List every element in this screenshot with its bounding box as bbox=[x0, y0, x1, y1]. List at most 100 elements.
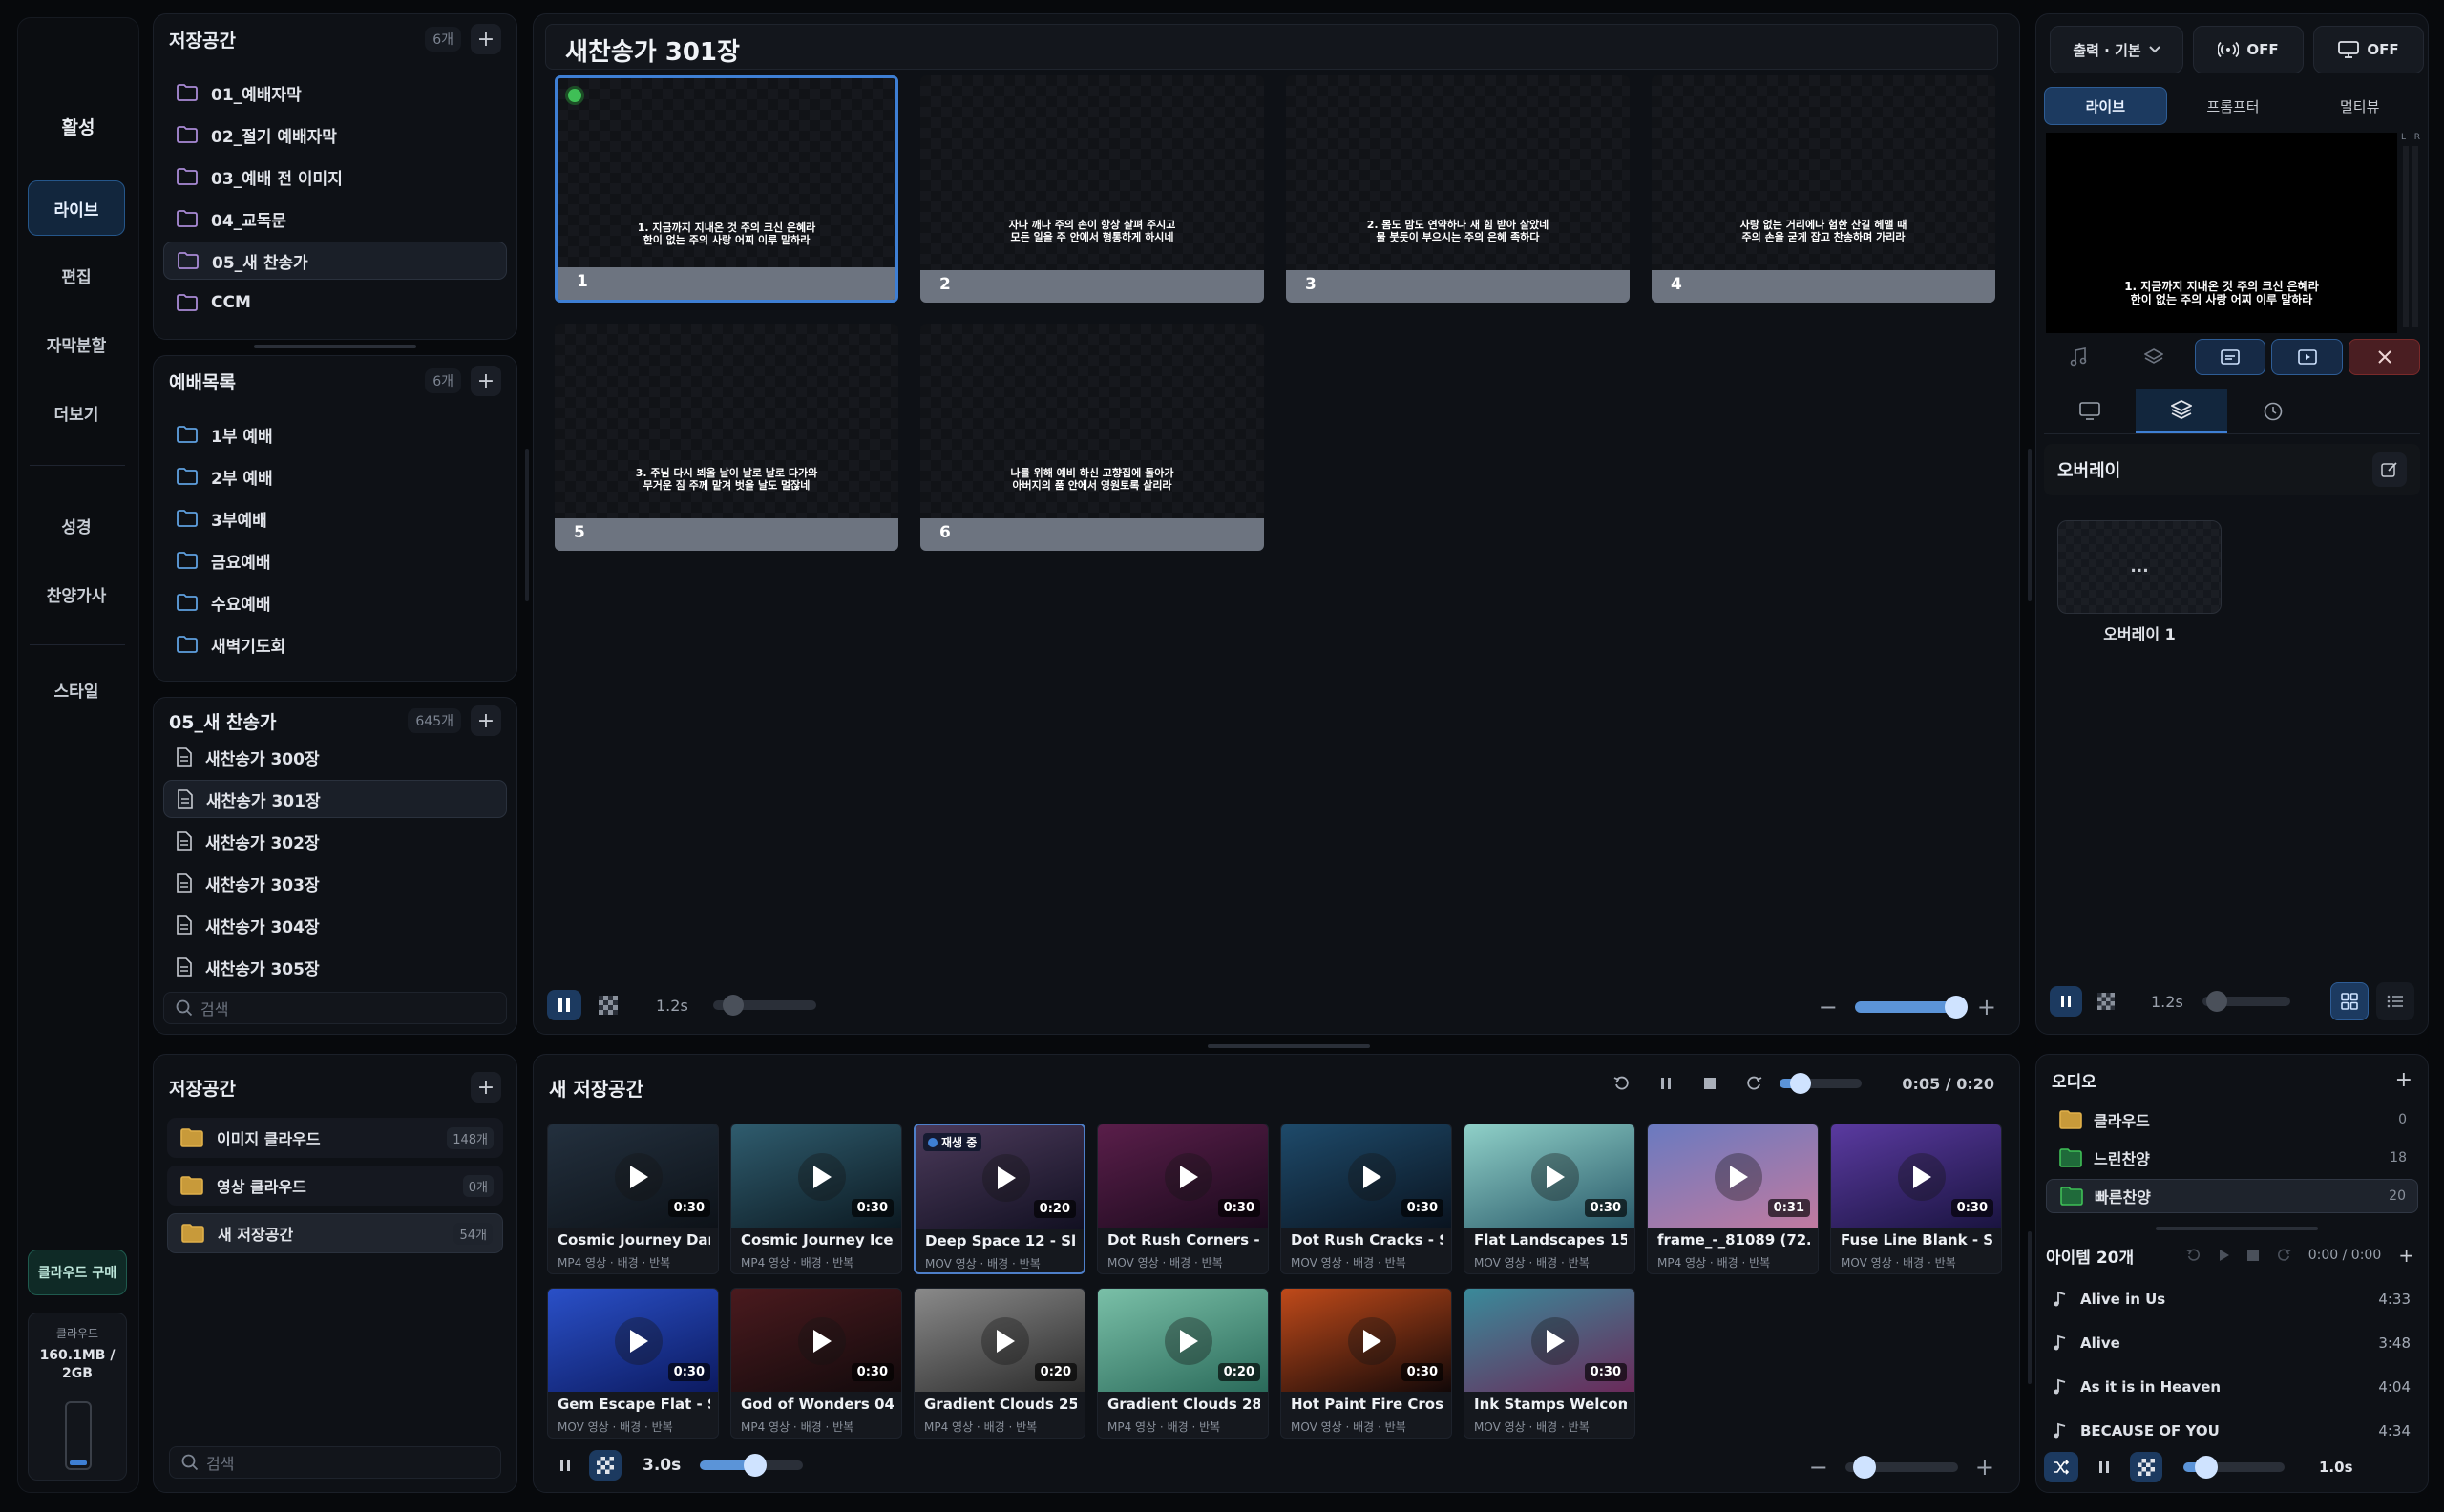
shuffle-button[interactable] bbox=[2044, 1452, 2078, 1482]
song-item[interactable]: Alive in Us 4:33 bbox=[2054, 1280, 2411, 1318]
pause-button[interactable] bbox=[1648, 1068, 1684, 1099]
media-item[interactable]: 0:20 Gradient Clouds 25 … MP4 영상 · 배경 · 반복 bbox=[914, 1288, 1085, 1438]
nav-item-subtitle-split[interactable]: 자막분할 bbox=[28, 316, 125, 371]
add-service-button[interactable]: + bbox=[471, 366, 501, 396]
media-item[interactable]: 0:30 Ink Stamps Welcom… MOV 영상 · 배경 · 반복 bbox=[1464, 1288, 1635, 1438]
tab-timer[interactable] bbox=[2227, 388, 2319, 433]
service-folder-item[interactable]: 금요예배 bbox=[163, 541, 507, 579]
slider-thumb[interactable] bbox=[744, 1454, 768, 1477]
media-item[interactable]: 0:20 Deep Space 12 - Slo… MOV 영상 · 배경 · 반복… bbox=[914, 1124, 1085, 1274]
pause-button[interactable] bbox=[547, 990, 581, 1020]
audio-folder-item[interactable]: 빠른찬양 20 bbox=[2046, 1179, 2418, 1213]
service-folder-item[interactable]: 새벽기도회 bbox=[163, 625, 507, 663]
media-item[interactable]: 0:30 Cosmic Journey Ice … MP4 영상 · 배경 · 반복 bbox=[730, 1124, 902, 1274]
zoom-slider[interactable] bbox=[1854, 996, 1968, 1018]
output-select[interactable]: 출력 · 기본 bbox=[2050, 26, 2183, 74]
interval-slider[interactable] bbox=[712, 995, 816, 1016]
storage-folder-item[interactable]: CCM bbox=[163, 284, 507, 322]
resize-handle[interactable] bbox=[525, 449, 529, 601]
hymn-item[interactable]: 새찬송가 304장 bbox=[163, 906, 507, 944]
play-overlay[interactable] bbox=[1715, 1153, 1762, 1201]
play-overlay[interactable] bbox=[982, 1154, 1030, 1202]
resize-handle[interactable] bbox=[1208, 1044, 1370, 1048]
transparent-bg-button[interactable] bbox=[2130, 1452, 2162, 1482]
broadcast-toggle[interactable]: OFF bbox=[2193, 26, 2304, 74]
zoom-in-button[interactable]: + bbox=[1975, 1454, 1994, 1480]
audio-folder-item[interactable]: 느린찬양 18 bbox=[2046, 1141, 2418, 1175]
clear-all-button[interactable] bbox=[2349, 339, 2420, 375]
restart-icon[interactable] bbox=[2186, 1248, 2202, 1263]
transparent-bg-button[interactable] bbox=[591, 990, 625, 1020]
edit-overlay-button[interactable] bbox=[2372, 452, 2407, 487]
hymn-item[interactable]: 새찬송가 303장 bbox=[163, 864, 507, 902]
media-item[interactable]: 0:30 God of Wonders 04… MP4 영상 · 배경 · 반복 bbox=[730, 1288, 902, 1438]
play-overlay[interactable] bbox=[798, 1317, 846, 1365]
stop-button[interactable] bbox=[1692, 1068, 1728, 1099]
media-item[interactable]: 0:30 Dot Rush Cracks - S… MOV 영상 · 배경 · 반복 bbox=[1280, 1124, 1452, 1274]
tab-live[interactable]: 라이브 bbox=[2044, 87, 2167, 125]
display-toggle[interactable]: OFF bbox=[2313, 26, 2424, 74]
cloud-buy-button[interactable]: 클라우드 구매 bbox=[28, 1250, 127, 1295]
resize-handle[interactable] bbox=[2028, 449, 2032, 601]
storage-folder-item[interactable]: 03_예배 전 이미지 bbox=[163, 158, 507, 196]
service-folder-item[interactable]: 2부 예배 bbox=[163, 457, 507, 495]
zoom-out-button[interactable]: − bbox=[1819, 994, 1838, 1020]
restart-button[interactable] bbox=[1604, 1068, 1640, 1099]
media-storage-item[interactable]: 이미지 클라우드 148개 bbox=[167, 1118, 503, 1158]
slider-thumb[interactable] bbox=[1789, 1073, 1811, 1094]
resize-handle[interactable] bbox=[2028, 1231, 2032, 1384]
add-storage-button[interactable]: + bbox=[471, 24, 501, 54]
slide-thumbnail[interactable]: 2. 몸도 맘도 연약하나 새 힘 받아 살았네 물 붓듯이 부으시는 주의 은혜… bbox=[1286, 75, 1630, 303]
play-overlay[interactable] bbox=[1165, 1153, 1212, 1201]
transparent-bg-button[interactable] bbox=[589, 1450, 622, 1480]
slider-thumb[interactable] bbox=[1944, 996, 1968, 1018]
song-item[interactable]: Alive 3:48 bbox=[2054, 1324, 2411, 1362]
hymn-item[interactable]: 새찬송가 300장 bbox=[163, 738, 507, 776]
hymn-item[interactable]: 새찬송가 302장 bbox=[163, 822, 507, 860]
storage-folder-item[interactable]: 02_절기 예배자막 bbox=[163, 116, 507, 154]
slide-thumbnail[interactable]: 3. 주님 다시 뵈올 날이 날로 날로 다가와 무거운 짐 주께 맡겨 벗을 날… bbox=[555, 324, 898, 551]
stop-icon[interactable] bbox=[2246, 1250, 2259, 1261]
nav-item-more[interactable]: 더보기 bbox=[28, 385, 125, 440]
song-item[interactable]: As it is in Heaven 4:04 bbox=[2054, 1368, 2411, 1406]
slider-thumb[interactable] bbox=[2205, 991, 2227, 1012]
media-item[interactable]: 0:30 Flat Landscapes 15 … MOV 영상 · 배경 · 반복 bbox=[1464, 1124, 1635, 1274]
media-item[interactable]: 0:30 Dot Rush Corners - … MOV 영상 · 배경 · 반복 bbox=[1097, 1124, 1269, 1274]
media-item[interactable]: 0:30 Gem Escape Flat - S… MOV 영상 · 배경 · 반복 bbox=[547, 1288, 719, 1438]
slider-thumb[interactable] bbox=[2195, 1456, 2218, 1479]
scrollbar[interactable] bbox=[2156, 1227, 2318, 1230]
hymn-item[interactable]: 새찬송가 301장 bbox=[163, 780, 507, 818]
slide-thumbnail[interactable]: 자나 깨나 주의 손이 항상 살펴 주시고 모든 일을 주 안에서 형통하게 하시… bbox=[920, 75, 1264, 303]
service-folder-item[interactable]: 수요예배 bbox=[163, 583, 507, 621]
nav-item-live[interactable]: 라이브 bbox=[28, 180, 125, 236]
tab-overlay[interactable] bbox=[2136, 388, 2227, 433]
slide-thumbnail[interactable]: 사랑 없는 거리에나 험한 산길 헤맬 때 주의 손을 굳게 잡고 찬송하며 가리… bbox=[1652, 75, 1995, 303]
media-item[interactable]: 0:30 Fuse Line Blank - Sl… MOV 영상 · 배경 · 반… bbox=[1830, 1124, 2002, 1274]
hymn-search[interactable]: 검색 bbox=[163, 992, 507, 1024]
pause-button[interactable] bbox=[549, 1450, 581, 1480]
media-storage-item[interactable]: 새 저장공간 54개 bbox=[167, 1213, 503, 1253]
zoom-out-button[interactable]: − bbox=[1809, 1454, 1828, 1480]
slide-thumbnail[interactable]: 1. 지금까지 지내온 것 주의 크신 은혜라 한이 없는 주의 사랑 어찌 이루… bbox=[555, 75, 898, 303]
nav-item-style[interactable]: 스타일 bbox=[28, 662, 125, 717]
play-overlay[interactable] bbox=[1165, 1317, 1212, 1365]
scrollbar[interactable] bbox=[254, 345, 416, 348]
media-storage-search[interactable]: 검색 bbox=[169, 1446, 501, 1479]
media-item[interactable]: 0:31 frame_-_81089 (72… MP4 영상 · 배경 · 반복 bbox=[1647, 1124, 1819, 1274]
interval-slider[interactable] bbox=[2202, 991, 2290, 1012]
clear-audio-button[interactable] bbox=[2044, 339, 2114, 375]
grid-view-button[interactable] bbox=[2330, 982, 2369, 1020]
play-overlay[interactable] bbox=[615, 1317, 663, 1365]
repeat-button[interactable] bbox=[1736, 1068, 1772, 1099]
storage-folder-item[interactable]: 04_교독문 bbox=[163, 200, 507, 238]
hymn-item[interactable]: 새찬송가 305장 bbox=[163, 948, 507, 986]
tab-screen[interactable] bbox=[2044, 388, 2136, 433]
media-item[interactable]: 0:30 Cosmic Journey Dar… MP4 영상 · 배경 · 반복 bbox=[547, 1124, 719, 1274]
media-progress-slider[interactable] bbox=[1780, 1073, 1863, 1094]
add-audio-folder-button[interactable]: + bbox=[2395, 1068, 2412, 1092]
add-hymn-button[interactable]: + bbox=[471, 705, 501, 736]
song-item[interactable]: BECAUSE OF YOU 4:34 bbox=[2054, 1412, 2411, 1450]
slider-thumb[interactable] bbox=[722, 995, 744, 1016]
play-overlay[interactable] bbox=[615, 1153, 663, 1201]
play-overlay[interactable] bbox=[1898, 1153, 1946, 1201]
